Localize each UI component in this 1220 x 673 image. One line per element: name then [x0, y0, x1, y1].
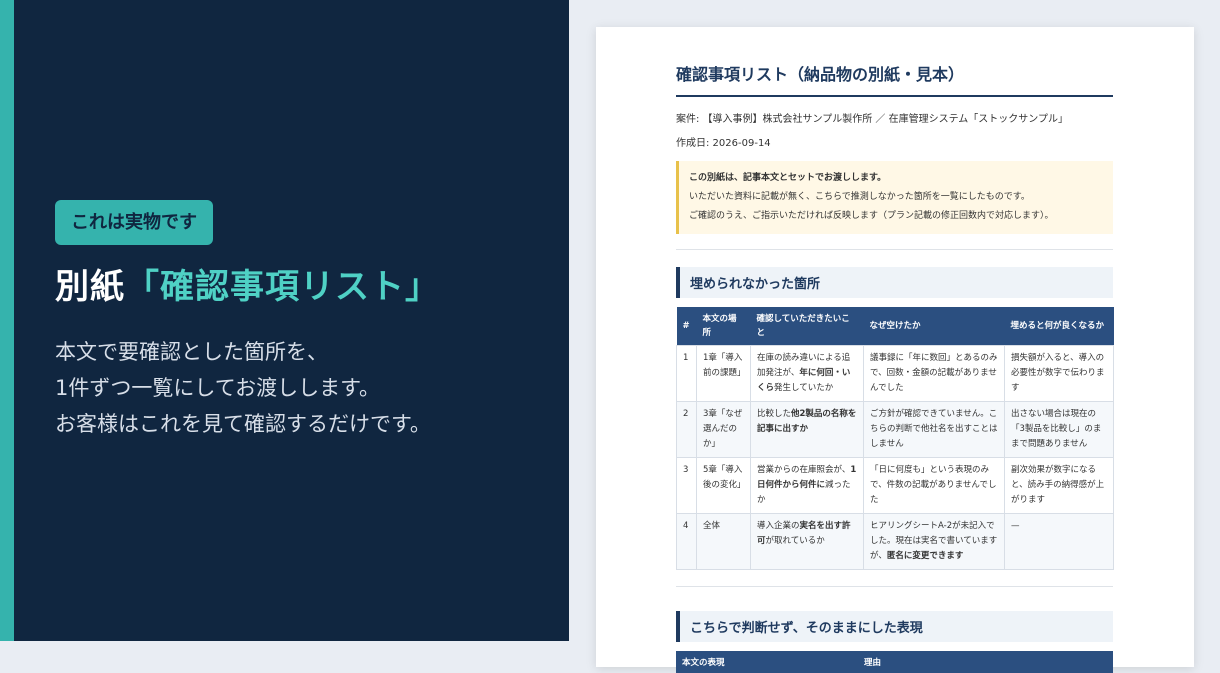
- row-place: 1章「導入前の課題」: [696, 345, 751, 402]
- column-header: なぜ空けたか: [863, 307, 1005, 346]
- row-why: ご方針が確認できていません。こちらの判断で他社名を出すことはしません: [863, 401, 1005, 458]
- document-page: 確認事項リスト（納品物の別紙・見本） 案件: 【導入事例】株式会社サンプル製作所…: [596, 27, 1194, 673]
- row-benefit: —: [1004, 513, 1114, 570]
- row-number: 3: [676, 457, 697, 514]
- table-row: 3 5章「導入後の変化」 営業からの在庫照会が、1日何件から何件に減ったか 「日…: [676, 457, 1114, 514]
- created-date: 作成日: 2026-09-14: [676, 138, 771, 149]
- table-row: 1 1章「導入前の課題」 在庫の読み違いによる追加発注が、年に何回・いくら発生し…: [676, 345, 1114, 402]
- left-panel: これは実物です 別紙「確認事項リスト」 本文で要確認とした箇所を、 1件ずつ一覧…: [0, 0, 569, 641]
- divider: [676, 586, 1113, 587]
- row-why: 「日に何度も」という表現のみで、件数の記載がありませんでした: [863, 457, 1005, 514]
- description-line: 1件ずつ一覧にしてお渡しします。: [55, 376, 380, 400]
- notice-box: この別紙は、記事本文とセットでお渡しします。 いただいた資料に記載が無く、こちら…: [676, 161, 1113, 234]
- table-header-row: 本文の表現 理由: [676, 651, 1113, 673]
- section-title-kept-expressions: こちらで判断せず、そのままにした表現: [676, 611, 1113, 642]
- document-title: 確認事項リスト（納品物の別紙・見本）: [676, 61, 1113, 97]
- headline-highlight: 「確認事項リスト」: [125, 267, 440, 307]
- notice-line: いただいた資料に記載が無く、こちらで推測しなかった箇所を一覧にしたものです。: [689, 192, 1030, 202]
- row-ask: 比較した他2製品の名称を記事に出すか: [750, 401, 864, 458]
- column-header: 理由: [858, 651, 1113, 673]
- notice-line: この別紙は、記事本文とセットでお渡しします。: [689, 173, 887, 183]
- document-content: 確認事項リスト（納品物の別紙・見本） 案件: 【導入事例】株式会社サンプル製作所…: [676, 27, 1114, 673]
- section-title-unfilled: 埋められなかった箇所: [676, 267, 1113, 298]
- row-benefit: 副次効果が数字になると、読み手の納得感が上がります: [1004, 457, 1114, 514]
- row-place: 3章「なぜ選んだのか」: [696, 401, 751, 458]
- row-place: 5章「導入後の変化」: [696, 457, 751, 514]
- row-benefit: 損失額が入ると、導入の必要性が数字で伝わります: [1004, 345, 1114, 402]
- headline-prefix: 別紙: [55, 267, 125, 307]
- column-header: 本文の表現: [676, 651, 858, 673]
- row-benefit: 出さない場合は現在の「3製品を比較し」のままで問題ありません: [1004, 401, 1114, 458]
- description-line: お客様はこれを見て確認するだけです。: [55, 412, 431, 436]
- column-header: 確認していただきたいこと: [750, 307, 864, 346]
- table-row: 2 3章「なぜ選んだのか」 比較した他2製品の名称を記事に出すか ご方針が確認で…: [676, 401, 1114, 458]
- headline: 別紙「確認事項リスト」: [55, 264, 440, 310]
- column-header: 本文の場所: [696, 307, 751, 346]
- description-line: 本文で要確認とした箇所を、: [55, 340, 328, 364]
- column-header: 埋めると何が良くなるか: [1004, 307, 1114, 346]
- description: 本文で要確認とした箇所を、 1件ずつ一覧にしてお渡しします。 お客様はこれを見て…: [55, 334, 555, 442]
- case-info: 案件: 【導入事例】株式会社サンプル製作所 ／ 在庫管理システム「ストックサンプ…: [676, 114, 1069, 125]
- divider: [676, 249, 1113, 250]
- row-number: 4: [676, 513, 697, 570]
- row-ask: 導入企業の実名を出す許可が取れているか: [750, 513, 864, 570]
- column-header: #: [676, 307, 697, 346]
- table-row: 4 全体 導入企業の実名を出す許可が取れているか ヒアリングシートA-2が未記入…: [676, 513, 1114, 570]
- row-ask: 営業からの在庫照会が、1日何件から何件に減ったか: [750, 457, 864, 514]
- badge: これは実物です: [55, 200, 213, 245]
- row-number: 1: [676, 345, 697, 402]
- kept-expressions-table: 本文の表現 理由: [676, 651, 1113, 673]
- row-place: 全体: [696, 513, 751, 570]
- row-why: 議事録に「年に数回」とあるのみで、回数・金額の記載がありませんでした: [863, 345, 1005, 402]
- unfilled-items-table: # 本文の場所 確認していただきたいこと なぜ空けたか 埋めると何が良くなるか …: [676, 307, 1114, 570]
- accent-strip: [0, 0, 14, 641]
- row-ask: 在庫の読み違いによる追加発注が、年に何回・いくら発生していたか: [750, 345, 864, 402]
- table-header-row: # 本文の場所 確認していただきたいこと なぜ空けたか 埋めると何が良くなるか: [676, 307, 1114, 346]
- row-why: ヒアリングシートA-2が未記入でした。現在は実名で書いていますが、匿名に変更でき…: [863, 513, 1005, 570]
- notice-line: ご確認のうえ、ご指示いただければ反映します（プラン記載の修正回数内で対応します）…: [689, 211, 1054, 221]
- row-number: 2: [676, 401, 697, 458]
